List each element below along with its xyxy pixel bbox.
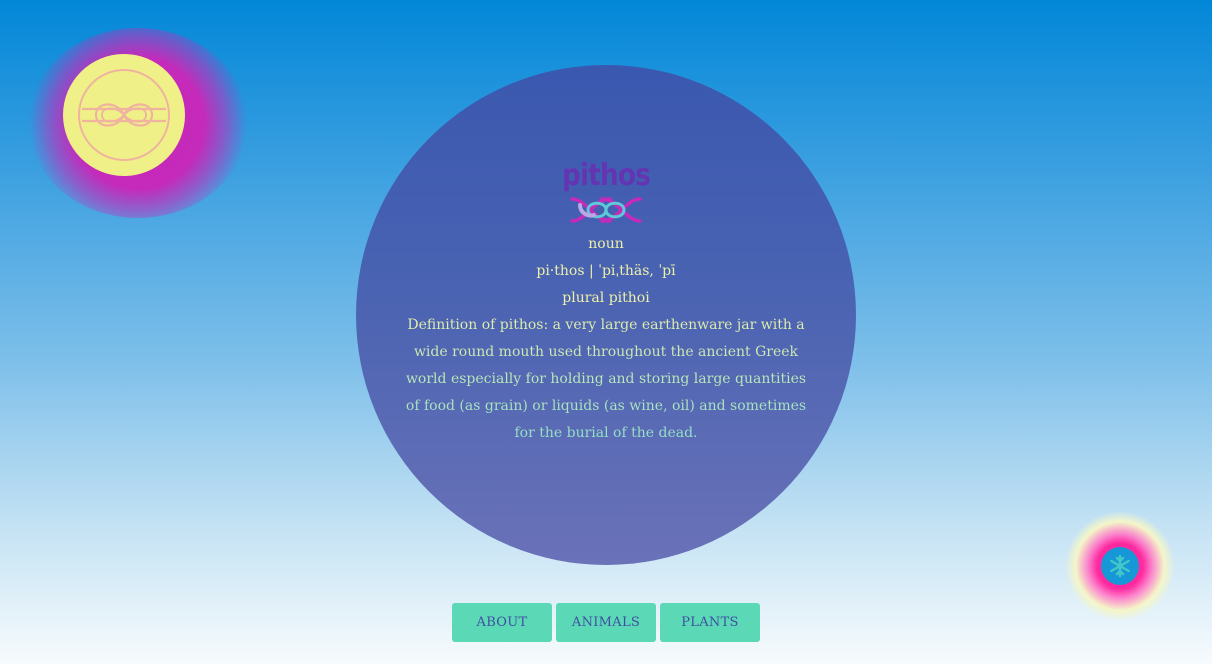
knot-emblem[interactable] bbox=[28, 28, 248, 218]
animals-button[interactable]: ANIMALS bbox=[556, 603, 656, 642]
logo-knot-icon bbox=[570, 197, 642, 223]
main-nav: ABOUT ANIMALS PLANTS bbox=[452, 603, 760, 642]
plants-button[interactable]: PLANTS bbox=[660, 603, 760, 642]
snowflake-emblem-core bbox=[1101, 547, 1139, 585]
plural-form: plural pithoi bbox=[562, 290, 650, 306]
pithos-logo: pithos bbox=[556, 161, 656, 231]
definition-text: Definition of pithos: a very large earth… bbox=[401, 312, 811, 447]
logo-wordmark: pithos bbox=[562, 158, 651, 193]
pronunciation: pi·thos | ˈpiˌthäs, ˈpī bbox=[536, 263, 676, 279]
part-of-speech: noun bbox=[588, 236, 624, 252]
snowflake-emblem[interactable] bbox=[1066, 512, 1174, 620]
knot-emblem-disc bbox=[63, 54, 185, 176]
knot-icon bbox=[78, 69, 170, 161]
about-button[interactable]: ABOUT bbox=[452, 603, 552, 642]
snowflake-icon bbox=[1110, 554, 1130, 578]
definition-card: pithos noun pi·thos | ˈpiˌthäs, ˈpī plur… bbox=[356, 65, 856, 565]
